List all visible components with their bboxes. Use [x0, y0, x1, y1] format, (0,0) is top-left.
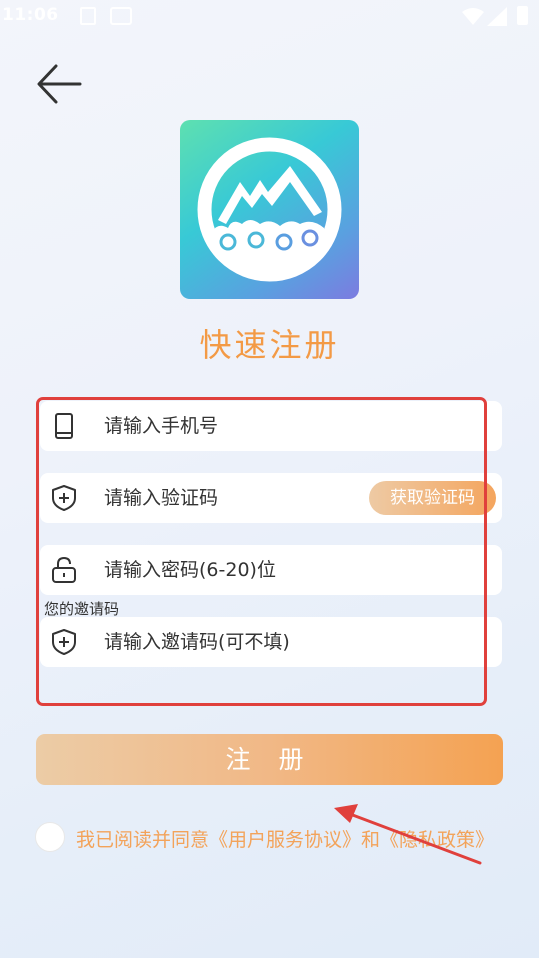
agreement-prefix: 我已阅读并同意 [76, 829, 210, 851]
verification-code-field: 获取验证码 [40, 473, 502, 523]
phone-input[interactable] [104, 401, 384, 451]
status-time: 11:06 [2, 5, 59, 25]
mountain-wave-icon [197, 137, 342, 282]
agree-checkbox[interactable] [35, 822, 65, 852]
shield-plus-icon [52, 485, 76, 511]
app-logo [180, 120, 359, 299]
invite-caption: 您的邀请码 [44, 600, 120, 618]
back-button[interactable] [30, 58, 90, 110]
invite-code-field [40, 617, 502, 667]
notification-icon-2 [110, 7, 132, 25]
privacy-policy-link[interactable]: 《隐私政策》 [380, 829, 494, 851]
signal-icon [487, 7, 507, 26]
phone-icon [55, 413, 73, 439]
get-code-button[interactable]: 获取验证码 [369, 481, 496, 515]
phone-field [40, 401, 502, 451]
agreement-conjunction: 和 [361, 829, 381, 851]
battery-icon [517, 6, 528, 25]
status-bar: 11:06 [0, 0, 539, 34]
verification-code-input[interactable] [104, 473, 384, 523]
arrow-left-icon [37, 64, 82, 104]
unlock-icon [52, 556, 76, 583]
notification-icon [80, 7, 96, 25]
agreement-text: 我已阅读并同意《用户服务协议》和《隐私政策》 [76, 825, 494, 852]
page-title: 快速注册 [199, 326, 340, 364]
wifi-icon [462, 8, 484, 25]
shield-plus-icon [52, 629, 76, 655]
password-input[interactable] [104, 545, 384, 595]
register-button[interactable]: 注 册 [36, 734, 503, 785]
invite-code-input[interactable] [104, 617, 384, 667]
password-field [40, 545, 502, 595]
user-agreement-link[interactable]: 《用户服务协议》 [209, 829, 361, 851]
